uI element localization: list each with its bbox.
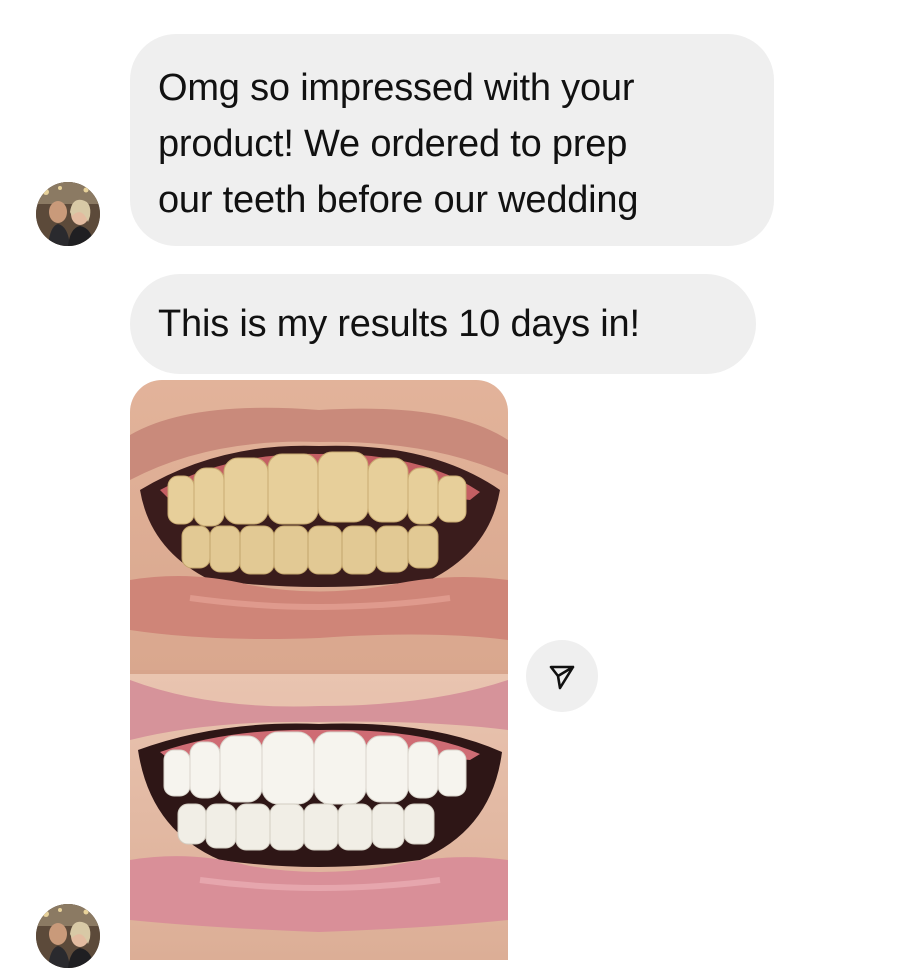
message-text-line: This is my results 10 days in! [158,303,640,345]
sender-avatar[interactable] [36,182,100,246]
before-after-photo[interactable] [130,380,508,960]
message-bubble[interactable]: Omg so impressed with your product! We o… [130,34,774,246]
message-text-line: our teeth before our wedding [158,179,639,221]
avatar-photo [36,904,100,968]
sender-avatar[interactable] [36,904,100,968]
message-text-line: Omg so impressed with your [158,67,635,109]
message-bubble[interactable]: This is my results 10 days in! [130,274,756,374]
send-icon [549,665,575,690]
teeth-photo-image [130,380,508,960]
avatar-photo [36,182,100,246]
message-thread: Omg so impressed with your product! We o… [0,0,900,968]
share-button[interactable] [526,640,598,712]
message-text-line: product! We ordered to prep [158,123,628,165]
